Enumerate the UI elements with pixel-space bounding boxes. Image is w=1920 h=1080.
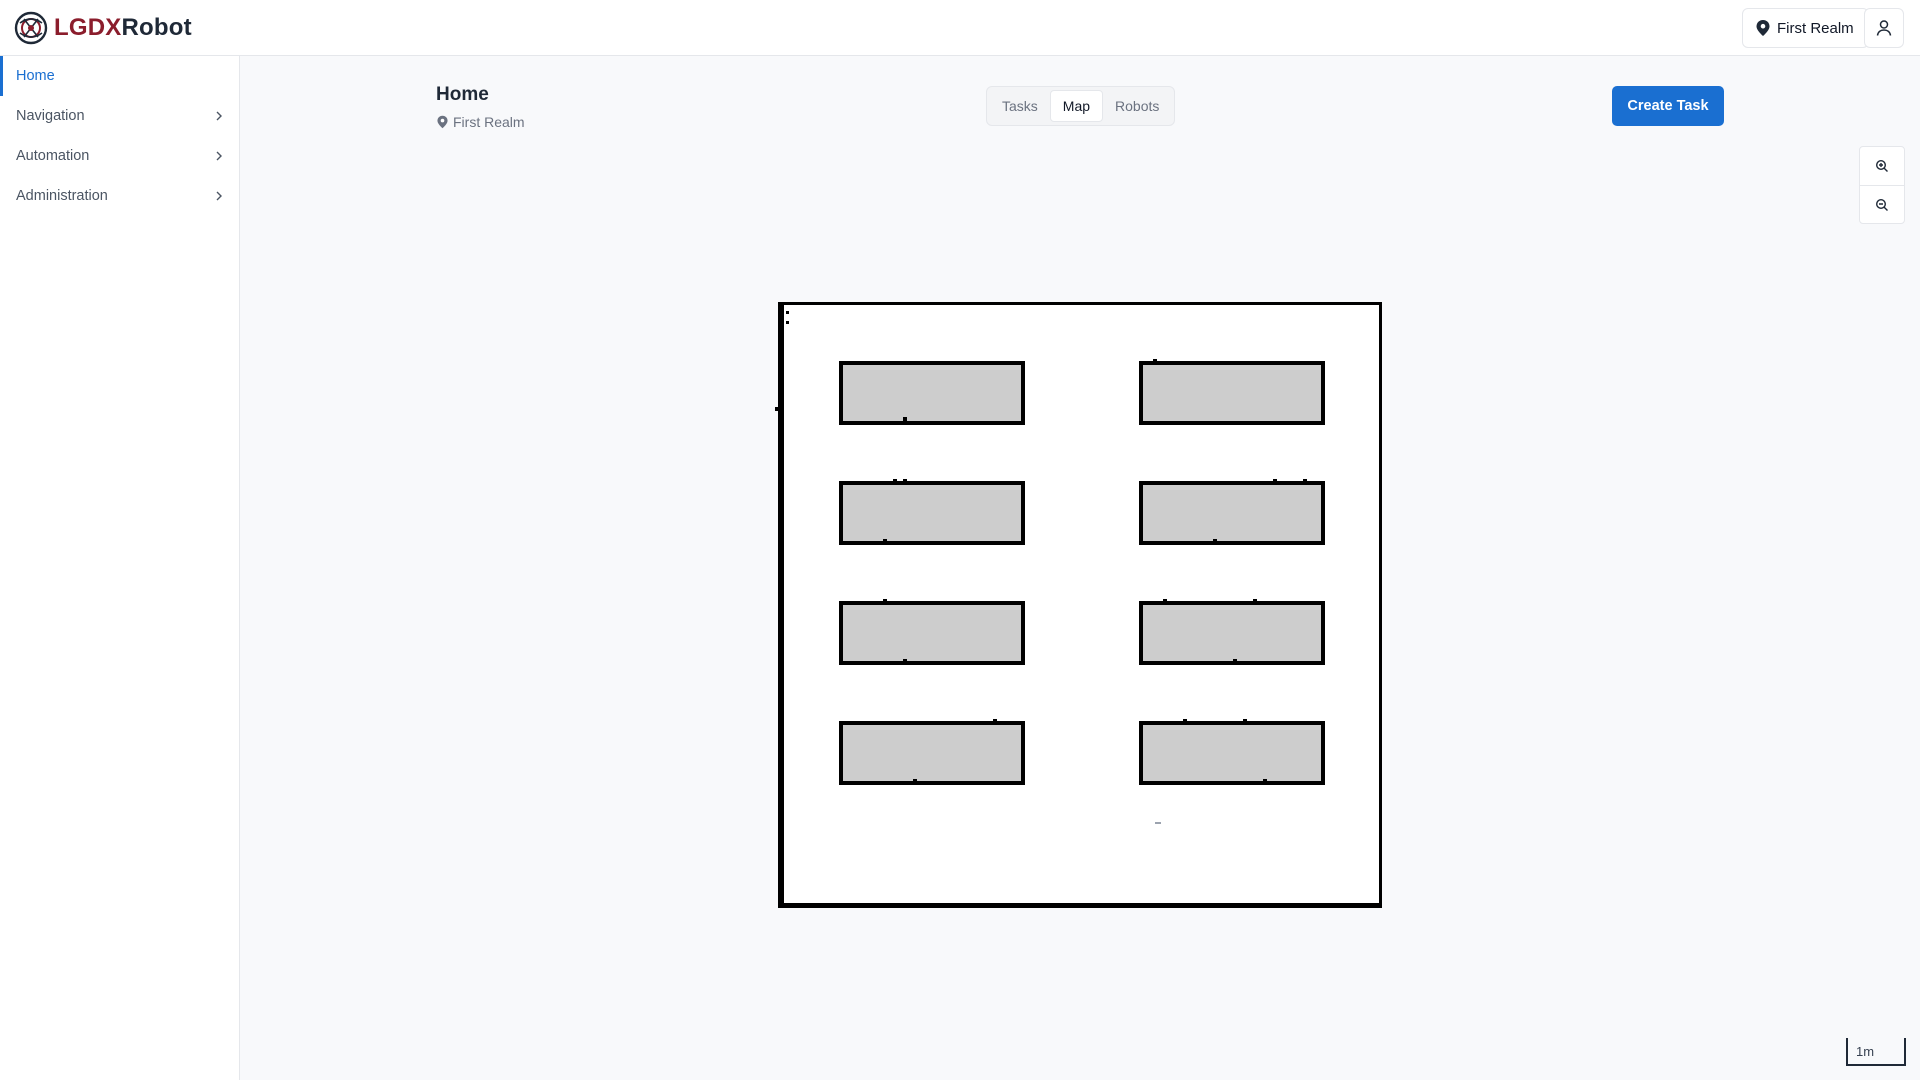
sidebar-item-navigation[interactable]: Navigation bbox=[0, 96, 239, 136]
map-scale-bar: 1m bbox=[1846, 1038, 1906, 1066]
map-obstacle bbox=[839, 719, 1025, 785]
zoom-out-icon bbox=[1875, 198, 1888, 211]
user-menu-button[interactable] bbox=[1864, 8, 1904, 48]
map-wall-fragment bbox=[775, 407, 779, 411]
map-pin-icon bbox=[1756, 20, 1770, 36]
chevron-right-icon bbox=[216, 111, 222, 121]
map-obstacle bbox=[1139, 719, 1325, 785]
zoom-in-button[interactable] bbox=[1860, 147, 1904, 185]
sidebar-item-home[interactable]: Home bbox=[0, 56, 239, 96]
map-obstacle bbox=[1139, 359, 1325, 425]
tab-robots[interactable]: Robots bbox=[1103, 90, 1171, 122]
zoom-controls bbox=[1859, 146, 1905, 224]
map-pin-icon bbox=[437, 115, 448, 129]
create-task-button[interactable]: Create Task bbox=[1612, 86, 1724, 126]
sidebar-item-automation[interactable]: Automation bbox=[0, 136, 239, 176]
sidebar-item-label: Home bbox=[16, 68, 55, 84]
page-realm-label: First Realm bbox=[453, 114, 525, 130]
map-obstacle bbox=[839, 361, 1025, 425]
map-obstacle bbox=[839, 479, 1025, 545]
page-realm: First Realm bbox=[436, 114, 525, 130]
map-obstacle bbox=[1139, 599, 1325, 665]
zoom-in-icon bbox=[1875, 159, 1888, 172]
robot-marker[interactable] bbox=[1155, 822, 1161, 824]
user-icon bbox=[1876, 20, 1892, 36]
map-obstacle bbox=[839, 599, 1025, 665]
chevron-right-icon bbox=[216, 191, 222, 201]
occupancy-map[interactable] bbox=[775, 302, 1382, 908]
map-obstacle bbox=[1139, 479, 1325, 545]
tab-map[interactable]: Map bbox=[1049, 90, 1104, 122]
top-header: LGDXRobot First Realm bbox=[0, 0, 1920, 56]
sidebar-item-label: Administration bbox=[16, 188, 108, 204]
sidebar: Home Navigation Automation Administratio… bbox=[0, 56, 240, 1080]
sidebar-item-label: Automation bbox=[16, 148, 90, 164]
zoom-out-button[interactable] bbox=[1860, 185, 1904, 223]
tab-tasks[interactable]: Tasks bbox=[990, 90, 1050, 122]
brand[interactable]: LGDXRobot bbox=[14, 10, 192, 46]
realm-selector-button[interactable]: First Realm bbox=[1742, 8, 1869, 48]
chevron-right-icon bbox=[216, 151, 222, 161]
page-title: Home bbox=[436, 84, 489, 105]
brand-name: LGDXRobot bbox=[54, 14, 192, 41]
sidebar-item-label: Navigation bbox=[16, 108, 85, 124]
view-tabs: Tasks Map Robots bbox=[986, 86, 1176, 126]
map-wall-fragment bbox=[786, 321, 789, 324]
sidebar-item-administration[interactable]: Administration bbox=[0, 176, 239, 216]
lgdx-logo-icon bbox=[14, 11, 48, 45]
map-wall-fragment bbox=[786, 311, 789, 314]
realm-selector-label: First Realm bbox=[1777, 19, 1854, 37]
